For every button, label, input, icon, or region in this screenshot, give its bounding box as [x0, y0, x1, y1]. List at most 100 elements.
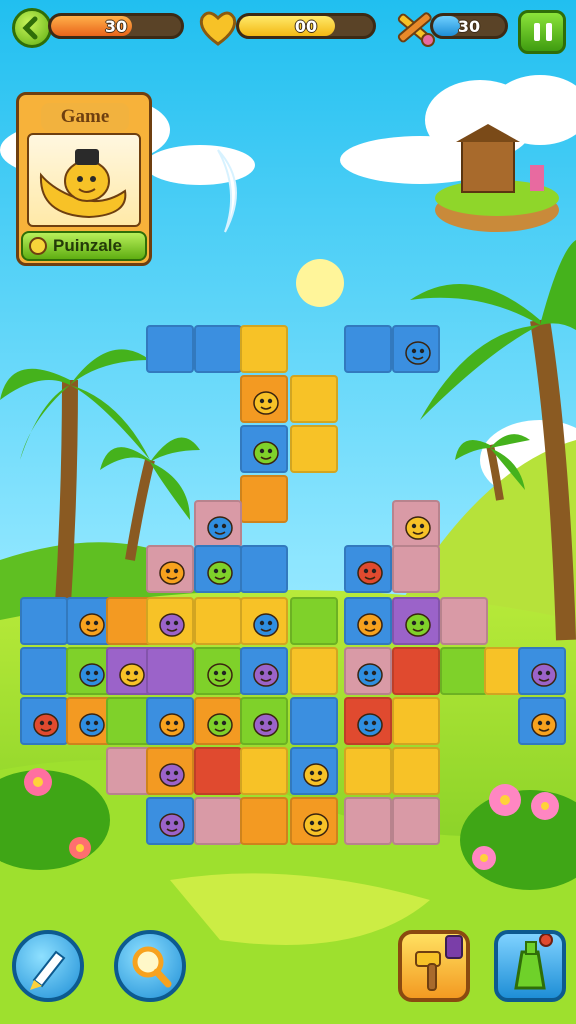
puzzle-tile[interactable]	[392, 797, 440, 845]
coin-icon	[29, 237, 47, 255]
puzzle-tile[interactable]	[240, 747, 288, 795]
puzzle-tile[interactable]	[344, 647, 392, 695]
creature-icon	[207, 516, 233, 540]
creature-icon	[159, 813, 185, 837]
puzzle-tile[interactable]	[146, 545, 194, 593]
puzzle-tile[interactable]	[440, 597, 488, 645]
puzzle-tile[interactable]	[240, 325, 288, 373]
hammer-icon	[415, 935, 463, 991]
creature-icon	[303, 813, 329, 837]
creature-icon	[159, 713, 185, 737]
puzzle-tile[interactable]	[290, 797, 338, 845]
puzzle-tile[interactable]	[344, 697, 392, 745]
arrow-left-icon	[22, 16, 38, 40]
puzzle-tile[interactable]	[194, 597, 242, 645]
puzzle-tile[interactable]	[194, 747, 242, 795]
card-title: Game	[41, 103, 129, 131]
puzzle-tile[interactable]	[194, 697, 242, 745]
banana-mascot-image	[27, 133, 141, 227]
creature-icon	[357, 663, 383, 687]
puzzle-tile[interactable]	[344, 545, 392, 593]
hearts-bar: 00	[236, 13, 376, 39]
puzzle-tile[interactable]	[194, 325, 242, 373]
puzzle-tile[interactable]	[344, 325, 392, 373]
magnifier-button[interactable]	[114, 930, 186, 1002]
puzzle-tile[interactable]	[146, 797, 194, 845]
puzzle-tile[interactable]	[290, 597, 338, 645]
creature-icon	[531, 663, 557, 687]
creature-icon	[405, 516, 431, 540]
puzzle-tile[interactable]	[20, 647, 68, 695]
puzzle-tile[interactable]	[392, 647, 440, 695]
puzzle-tile[interactable]	[392, 325, 440, 373]
puzzle-tile[interactable]	[392, 747, 440, 795]
puzzle-tile[interactable]	[344, 597, 392, 645]
pause-button[interactable]	[518, 10, 566, 54]
pause-icon	[534, 23, 540, 41]
top-hud: 30 00 30	[0, 6, 576, 54]
puzzle-tile[interactable]	[146, 747, 194, 795]
back-button[interactable]	[12, 8, 52, 48]
creature-icon	[253, 391, 279, 415]
creature-icon	[207, 663, 233, 687]
puzzle-tile[interactable]	[240, 647, 288, 695]
puzzle-tile[interactable]	[344, 797, 392, 845]
creature-icon	[253, 441, 279, 465]
puzzle-tile[interactable]	[20, 697, 68, 745]
creature-icon	[207, 713, 233, 737]
creature-icon	[119, 663, 145, 687]
creature-icon	[79, 713, 105, 737]
creature-icon	[357, 713, 383, 737]
puzzle-tile[interactable]	[240, 425, 288, 473]
creature-icon	[253, 663, 279, 687]
puzzle-tile[interactable]	[194, 545, 242, 593]
bottle-icon	[514, 933, 553, 990]
puzzle-tile[interactable]	[392, 697, 440, 745]
puzzle-tile[interactable]	[194, 797, 242, 845]
hammer-button[interactable]	[398, 930, 470, 1002]
hearts-value: 00	[294, 16, 318, 36]
puzzle-tile[interactable]	[290, 697, 338, 745]
puzzle-tile[interactable]	[240, 797, 288, 845]
creature-icon	[253, 713, 279, 737]
puzzle-tile[interactable]	[392, 545, 440, 593]
puzzle-tile[interactable]	[146, 647, 194, 695]
puzzle-tile[interactable]	[290, 375, 338, 423]
puzzle-tile[interactable]	[440, 647, 488, 695]
creature-icon	[207, 561, 233, 585]
puzzle-tile[interactable]	[240, 375, 288, 423]
brush-button[interactable]	[12, 930, 84, 1002]
puzzle-tile[interactable]	[20, 597, 68, 645]
puzzle-tile[interactable]	[290, 747, 338, 795]
puzzle-tile[interactable]	[290, 647, 338, 695]
puzzle-tile[interactable]	[194, 500, 242, 548]
puzzle-button[interactable]: Puinzale	[21, 231, 147, 261]
lives-value: 30	[104, 16, 128, 36]
puzzle-tile[interactable]	[146, 597, 194, 645]
creature-icon	[33, 713, 59, 737]
puzzle-tile[interactable]	[146, 325, 194, 373]
puzzle-tile[interactable]	[392, 500, 440, 548]
puzzle-tile[interactable]	[240, 597, 288, 645]
puzzle-tile[interactable]	[344, 747, 392, 795]
bottle-button[interactable]	[494, 930, 566, 1002]
creature-icon	[531, 713, 557, 737]
creature-icon	[159, 561, 185, 585]
puzzle-tile[interactable]	[518, 697, 566, 745]
creature-icon	[253, 613, 279, 637]
game-card[interactable]: Game Puinzale	[16, 92, 152, 266]
puzzle-tile[interactable]	[518, 647, 566, 695]
tools-value: 30	[457, 16, 481, 36]
creature-icon	[405, 341, 431, 365]
puzzle-tile[interactable]	[240, 475, 288, 523]
puzzle-tile[interactable]	[240, 545, 288, 593]
puzzle-button-label: Puinzale	[53, 236, 122, 255]
puzzle-tile[interactable]	[146, 697, 194, 745]
creature-icon	[79, 613, 105, 637]
puzzle-tile[interactable]	[392, 597, 440, 645]
puzzle-tile[interactable]	[194, 647, 242, 695]
puzzle-tile[interactable]	[290, 425, 338, 473]
puzzle-tile[interactable]	[240, 697, 288, 745]
creature-icon	[357, 613, 383, 637]
creature-icon	[405, 613, 431, 637]
